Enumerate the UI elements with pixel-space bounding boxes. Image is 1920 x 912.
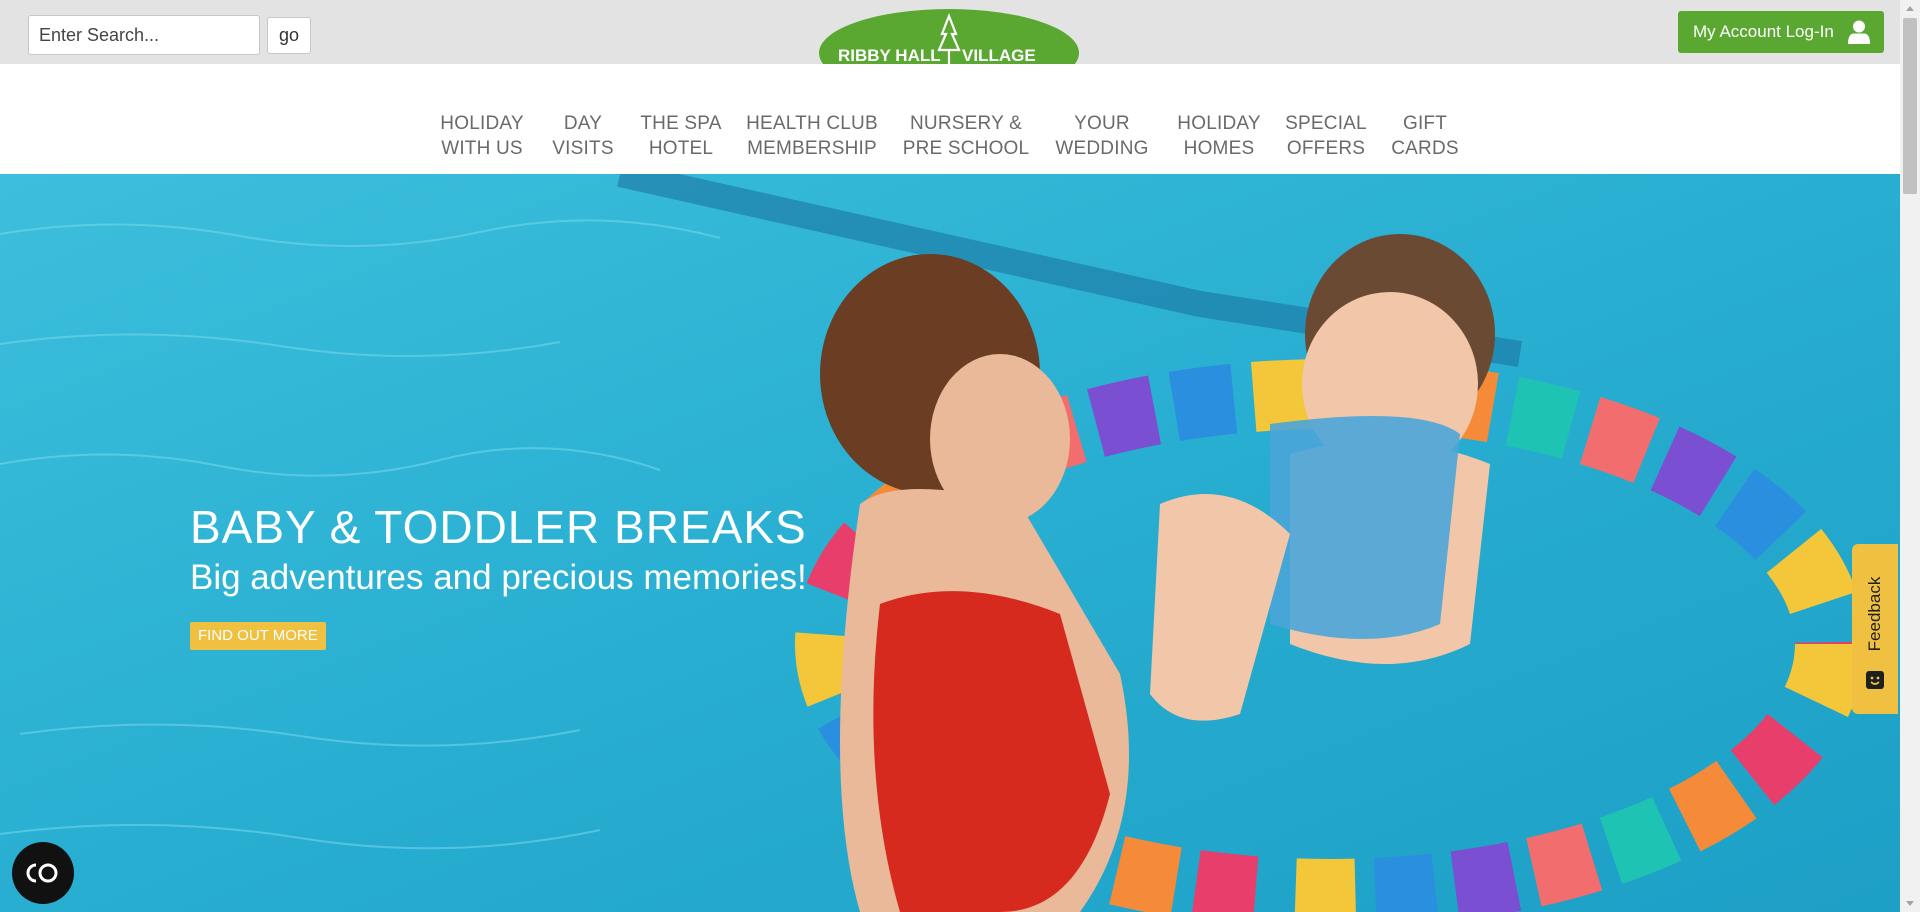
- search-go-button[interactable]: go: [267, 17, 311, 54]
- nav-item-label: THE SPA: [640, 113, 722, 134]
- account-login-button[interactable]: My Account Log-In: [1678, 11, 1884, 53]
- scroll-up-arrow-icon[interactable]: [1900, 0, 1920, 17]
- scroll-down-arrow-icon[interactable]: [1900, 895, 1920, 912]
- nav-item-label: WITH US: [441, 138, 523, 159]
- feedback-tab[interactable]: Feedback: [1852, 544, 1898, 714]
- nav-item-label: CARDS: [1391, 138, 1459, 159]
- nav-item-holiday-with-us[interactable]: HOLIDAY WITH US: [440, 111, 523, 161]
- svg-text:VILLAGE: VILLAGE: [962, 46, 1036, 65]
- page: go My Account Log-In RIBBY HALL VILLAGE …: [0, 0, 1920, 912]
- nav-item-label: HOLIDAY: [1177, 113, 1261, 134]
- nav-item-gift-cards[interactable]: GIFT CARDS: [1391, 111, 1459, 161]
- nav-item-label: HOMES: [1183, 138, 1255, 159]
- nav-item-your-wedding[interactable]: YOUR WEDDING: [1055, 111, 1148, 161]
- nav-item-holiday-homes[interactable]: HOLIDAY HOMES: [1177, 111, 1260, 161]
- accessibility-icon: [26, 863, 58, 883]
- nav-item-label: SPECIAL: [1285, 113, 1367, 134]
- nav-item-label: OFFERS: [1286, 138, 1366, 159]
- nav-item-label: DAY: [563, 113, 603, 134]
- svg-text:RIBBY HALL: RIBBY HALL: [838, 46, 941, 65]
- hero-title: BABY & TODDLER BREAKS: [190, 501, 807, 553]
- main-nav: HOLIDAY WITH US DAY VISITS THE SPA HOTEL…: [0, 64, 1900, 174]
- search-input[interactable]: [28, 15, 260, 55]
- nav-item-label: GIFT: [1402, 113, 1448, 134]
- nav-item-label: VISITS: [552, 138, 614, 159]
- account-login-label: My Account Log-In: [1693, 22, 1834, 41]
- nav-item-the-spa-hotel[interactable]: THE SPA HOTEL: [640, 111, 721, 161]
- nav-item-label: HEALTH CLUB: [746, 113, 878, 134]
- accessibility-button[interactable]: [12, 842, 74, 904]
- nav-item-label: NURSERY &: [910, 113, 1022, 134]
- nav-item-label: YOUR: [1074, 113, 1130, 134]
- nav-item-nursery-pre-school[interactable]: NURSERY & PRE SCHOOL: [903, 111, 1030, 161]
- nav-item-label: MEMBERSHIP: [747, 138, 877, 159]
- nav-item-label: HOTEL: [648, 138, 714, 159]
- find-out-more-button[interactable]: FIND OUT MORE: [190, 622, 326, 650]
- nav-item-label: WEDDING: [1055, 138, 1149, 159]
- feedback-label: Feedback: [1865, 576, 1884, 652]
- scroll-thumb[interactable]: [1903, 18, 1917, 194]
- nav-item-day-visits[interactable]: DAY VISITS: [552, 111, 613, 161]
- nav-item-label: HOLIDAY: [440, 113, 524, 134]
- smiley-icon: [1866, 671, 1884, 689]
- nav-item-health-club[interactable]: HEALTH CLUB MEMBERSHIP: [746, 111, 878, 161]
- hero-banner: BABY & TODDLER BREAKS Big adventures and…: [0, 174, 1900, 912]
- nav-item-label: PRE SCHOOL: [902, 138, 1030, 159]
- nav-item-special-offers[interactable]: SPECIAL OFFERS: [1285, 111, 1367, 161]
- page-scrollbar[interactable]: [1900, 0, 1920, 912]
- hero-subtitle: Big adventures and precious memories!: [190, 558, 807, 597]
- user-icon: [1848, 20, 1870, 44]
